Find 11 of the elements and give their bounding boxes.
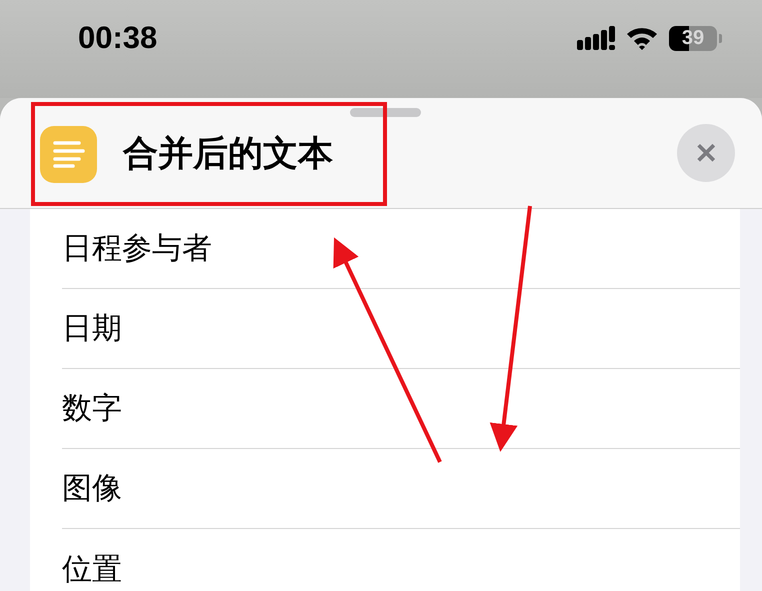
signal-icon — [577, 26, 615, 50]
list-item[interactable]: 日程参与者 — [62, 209, 740, 289]
wifi-icon — [625, 26, 659, 50]
status-time: 00:38 — [78, 20, 158, 56]
list-item[interactable]: 日期 — [62, 289, 740, 369]
list-item[interactable]: 数字 — [62, 369, 740, 449]
text-icon — [40, 126, 97, 182]
list-item[interactable]: 图像 — [62, 449, 740, 529]
list-item[interactable]: 位置 — [62, 529, 740, 591]
sheet-grabber[interactable] — [350, 108, 421, 117]
sheet-title: 合并后的文本 — [123, 132, 333, 176]
